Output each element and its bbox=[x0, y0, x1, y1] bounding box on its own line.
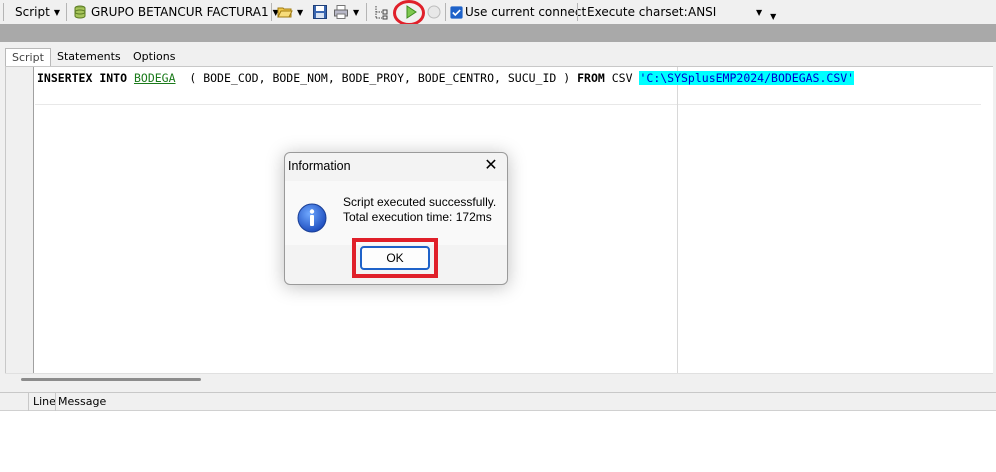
toolbar-overflow-icon[interactable]: ▼ bbox=[770, 12, 776, 21]
sql-script-window: Script ▼ GRUPO BETANCUR FACTURA1 ▼ ▼ ▼ U… bbox=[0, 0, 996, 472]
script-menu-button[interactable]: Script ▼ bbox=[15, 0, 60, 24]
script-menu-label: Script bbox=[15, 5, 50, 19]
chevron-down-icon: ▼ bbox=[353, 7, 360, 17]
column-divider bbox=[28, 393, 29, 411]
message-panel: Line Message bbox=[0, 392, 996, 472]
table-name-link[interactable]: BODEGA bbox=[134, 71, 176, 85]
toolbar-separator bbox=[366, 3, 367, 21]
horizontal-scrollbar[interactable] bbox=[5, 373, 993, 387]
information-dialog: Information ✕ Script executed successful… bbox=[284, 152, 508, 285]
ok-button[interactable]: OK bbox=[360, 246, 430, 270]
stop-button[interactable] bbox=[426, 0, 442, 24]
keyword-insertex: INSERTEX bbox=[37, 71, 93, 85]
tab-strip: Script Statements Options bbox=[0, 42, 996, 66]
toolbar-separator bbox=[577, 3, 578, 21]
close-icon[interactable]: ✕ bbox=[481, 155, 501, 175]
scrollbar-thumb[interactable] bbox=[21, 378, 201, 381]
save-button[interactable] bbox=[312, 0, 328, 24]
charset-select[interactable]: ANSI ▼ ▼ bbox=[688, 0, 776, 24]
database-selector[interactable]: GRUPO BETANCUR FACTURA1 ▼ bbox=[72, 0, 279, 24]
dialog-title: Information bbox=[288, 159, 351, 173]
print-icon bbox=[334, 5, 348, 19]
toolbar-separator bbox=[66, 3, 67, 21]
toolbar-separator bbox=[271, 3, 272, 21]
toolbar-separator bbox=[445, 3, 446, 21]
step-button[interactable] bbox=[373, 0, 389, 24]
keyword-from: FROM bbox=[577, 71, 605, 85]
database-name: GRUPO BETANCUR FACTURA1 bbox=[91, 5, 269, 19]
open-folder-icon bbox=[277, 7, 293, 18]
charset-value: ANSI bbox=[688, 5, 717, 19]
line-gutter bbox=[6, 67, 34, 373]
column-list: ( BODE_COD, BODE_NOM, BODE_PROY, BODE_CE… bbox=[175, 71, 571, 85]
dialog-message: Script executed successfully. Total exec… bbox=[343, 195, 496, 225]
column-header-line[interactable]: Line bbox=[33, 395, 56, 408]
use-current-connect-label: Use current connect bbox=[465, 5, 587, 19]
line-separator bbox=[35, 104, 981, 105]
tab-statements[interactable]: Statements bbox=[51, 48, 127, 66]
toolbar: Script ▼ GRUPO BETANCUR FACTURA1 ▼ ▼ ▼ U… bbox=[0, 0, 996, 26]
info-icon bbox=[297, 203, 327, 233]
save-icon bbox=[313, 5, 327, 19]
toolbar-dock-bar bbox=[0, 24, 996, 42]
column-header-message[interactable]: Message bbox=[58, 395, 106, 408]
code-line[interactable]: INSERTEX INTO BODEGA ( BODE_COD, BODE_NO… bbox=[37, 71, 855, 85]
open-file-button[interactable]: ▼ bbox=[277, 0, 303, 24]
use-current-connect-checkbox[interactable]: Use current connect bbox=[450, 0, 586, 24]
database-icon bbox=[74, 5, 86, 19]
run-icon bbox=[406, 5, 417, 19]
dialog-body: Script executed successfully. Total exec… bbox=[285, 181, 507, 245]
chevron-down-icon: ▼ bbox=[756, 7, 763, 17]
execute-button[interactable] bbox=[393, 0, 425, 26]
tab-script[interactable]: Script bbox=[5, 48, 51, 66]
stop-icon bbox=[427, 5, 441, 19]
dialog-message-line1: Script executed successfully. bbox=[343, 195, 497, 209]
column-divider bbox=[55, 393, 56, 411]
file-path-string: 'C:\SYSplusEMP2024/BODEGAS.CSV' bbox=[639, 71, 855, 85]
ok-button-highlight: OK bbox=[352, 238, 438, 278]
print-button[interactable]: ▼ bbox=[333, 0, 359, 24]
message-grid-header: Line Message bbox=[0, 393, 996, 411]
dialog-message-line2: Total execution time: 172ms bbox=[343, 210, 492, 224]
format-keyword: CSV bbox=[611, 71, 633, 85]
toolbar-separator bbox=[3, 3, 4, 21]
right-margin-line bbox=[677, 67, 678, 373]
step-icon bbox=[375, 6, 388, 20]
keyword-into: INTO bbox=[99, 71, 128, 85]
tab-options[interactable]: Options bbox=[127, 48, 181, 66]
chevron-down-icon: ▼ bbox=[53, 7, 60, 17]
chevron-down-icon: ▼ bbox=[297, 7, 304, 17]
execute-charset-text: Execute charset: bbox=[587, 5, 688, 19]
execute-charset-label: Execute charset: bbox=[587, 0, 688, 24]
checkbox-checked-icon bbox=[450, 5, 463, 19]
